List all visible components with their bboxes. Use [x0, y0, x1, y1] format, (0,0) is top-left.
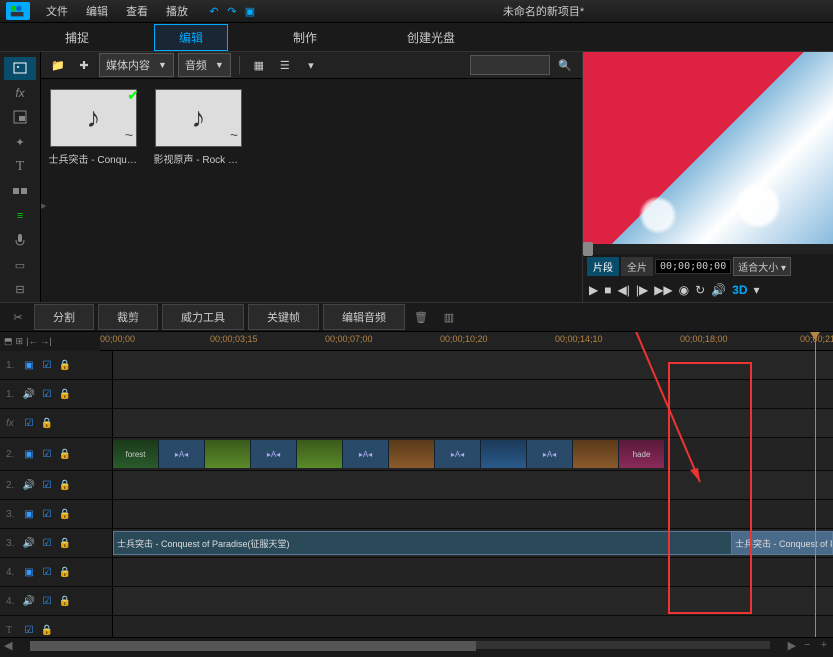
- sidebar-chapter[interactable]: ▭: [4, 254, 36, 277]
- sidebar-audio-mix[interactable]: ≡: [4, 205, 36, 228]
- keyframe-button[interactable]: 关键帧: [248, 304, 319, 330]
- undo-icon[interactable]: ↶: [206, 3, 222, 19]
- mode-full[interactable]: 全片: [621, 257, 653, 276]
- media-label: 士兵突击 - Conque...: [49, 151, 139, 166]
- preview-scrubber[interactable]: [583, 244, 833, 254]
- sidebar-title[interactable]: T: [4, 155, 36, 178]
- sidebar-media[interactable]: [4, 57, 36, 80]
- track-head-v3[interactable]: 3.▣☑🔒: [0, 500, 113, 528]
- tab-edit[interactable]: 编辑: [154, 24, 228, 51]
- ruler-tool-4[interactable]: →|: [40, 336, 51, 346]
- sidebar-fx[interactable]: fx: [4, 82, 36, 105]
- snapshot-icon[interactable]: ◉: [679, 283, 689, 297]
- grid-view-icon[interactable]: ▦: [248, 55, 270, 75]
- redo-icon[interactable]: ↷: [224, 3, 240, 19]
- app-logo: [6, 2, 30, 20]
- media-item[interactable]: ♪~✔ 士兵突击 - Conque...: [51, 89, 136, 292]
- preview-timecode: 00;00;00;00: [655, 259, 731, 274]
- tab-produce[interactable]: 制作: [268, 24, 342, 51]
- track-head-title[interactable]: T☑🔒: [0, 616, 113, 637]
- track-head-a2[interactable]: 2.🔊☑🔒: [0, 471, 113, 499]
- plugin-icon[interactable]: ✚: [73, 55, 95, 75]
- search-icon[interactable]: 🔍: [554, 55, 576, 75]
- sidebar-pip[interactable]: [4, 106, 36, 129]
- track-head-a4[interactable]: 4.🔊☑🔒: [0, 587, 113, 615]
- check-icon: ✔: [127, 87, 139, 104]
- sort-icon[interactable]: ▾: [300, 55, 322, 75]
- transition-clip[interactable]: ▸A◂: [159, 440, 205, 468]
- ruler-tool-1[interactable]: ⬒: [4, 336, 13, 347]
- sidebar-particle[interactable]: ✦: [4, 131, 36, 154]
- play-icon[interactable]: ▶: [589, 283, 598, 297]
- media-type-dropdown[interactable]: 媒体内容▼: [99, 53, 174, 77]
- video-clip[interactable]: [573, 440, 619, 468]
- preview-viewport[interactable]: [583, 52, 833, 244]
- editaudio-button[interactable]: 编辑音频: [323, 304, 405, 330]
- media-label: 影视原声 - Rock Ho...: [154, 151, 244, 166]
- transition-clip[interactable]: ▸A◂: [527, 440, 573, 468]
- next-frame-icon[interactable]: |▶: [636, 283, 648, 297]
- track-head-v1[interactable]: 1.▣☑🔒: [0, 351, 113, 379]
- preview-menu-icon[interactable]: ▾: [754, 283, 760, 297]
- transition-clip[interactable]: ▸A◂: [251, 440, 297, 468]
- media-item[interactable]: ♪~ 影视原声 - Rock Ho...: [156, 89, 241, 292]
- menu-view[interactable]: 查看: [118, 1, 156, 21]
- menu-play[interactable]: 播放: [158, 1, 196, 21]
- video-clip[interactable]: [389, 440, 435, 468]
- tab-capture[interactable]: 捕捉: [40, 24, 114, 51]
- stop-icon[interactable]: ■: [604, 283, 611, 297]
- track-head-v4[interactable]: 4.▣☑🔒: [0, 558, 113, 586]
- ruler-tool-3[interactable]: |←: [26, 336, 37, 346]
- expand-handle[interactable]: ▸: [41, 199, 47, 212]
- mode-clip[interactable]: 片段: [587, 257, 619, 276]
- audio-clip[interactable]: 士兵突击 - Conquest of Paradise(征服天堂): [113, 531, 736, 555]
- timeline-ruler[interactable]: 00;00;00 00;00;03;15 00;00;07;00 00;00;1…: [100, 332, 833, 351]
- action-icon[interactable]: ▣: [242, 3, 258, 19]
- more-icon[interactable]: ▥: [437, 307, 461, 327]
- fast-fwd-icon[interactable]: ▶▶: [654, 283, 672, 297]
- tab-disc[interactable]: 创建光盘: [382, 24, 480, 51]
- transition-clip[interactable]: ▸A◂: [343, 440, 389, 468]
- sidebar-subtitle[interactable]: ⊟: [4, 278, 36, 301]
- scissors-icon[interactable]: ✂: [6, 307, 30, 327]
- video-clip[interactable]: forest: [113, 440, 159, 468]
- ruler-tool-2[interactable]: ⊞: [16, 336, 24, 347]
- video-clip[interactable]: hade: [619, 440, 665, 468]
- sidebar-voiceover[interactable]: [4, 229, 36, 252]
- menu-edit[interactable]: 编辑: [78, 1, 116, 21]
- 3d-icon[interactable]: 3D: [732, 283, 747, 297]
- track-head-a3[interactable]: 3.🔊☑🔒: [0, 529, 113, 557]
- audio-clip[interactable]: 士兵突击 - Conquest of Pa: [731, 531, 833, 555]
- track-body-video2[interactable]: forest ▸A◂ ▸A◂ ▸A◂ ▸A◂ ▸A◂ hade: [113, 438, 833, 470]
- track-head-a1[interactable]: 1.🔊☑🔒: [0, 380, 113, 408]
- playhead[interactable]: [815, 332, 816, 637]
- loop-icon[interactable]: ↻: [695, 283, 705, 297]
- import-icon[interactable]: 📁: [47, 55, 69, 75]
- track-head-fx[interactable]: fx☑🔒: [0, 409, 113, 437]
- fit-dropdown[interactable]: 适合大小 ▾: [733, 257, 791, 276]
- volume-icon[interactable]: 🔊: [711, 283, 726, 297]
- video-clip[interactable]: [205, 440, 251, 468]
- trash-icon[interactable]: 🗑: [409, 307, 433, 327]
- sidebar-transition[interactable]: [4, 180, 36, 203]
- menu-file[interactable]: 文件: [38, 1, 76, 21]
- powertools-button[interactable]: 威力工具: [162, 304, 244, 330]
- track-head-v2[interactable]: 2.▣☑🔒: [0, 438, 113, 470]
- video-clip[interactable]: [297, 440, 343, 468]
- project-title: 未命名的新项目*: [260, 3, 827, 19]
- search-input[interactable]: [470, 55, 550, 75]
- video-clip[interactable]: [481, 440, 527, 468]
- transition-clip[interactable]: ▸A◂: [435, 440, 481, 468]
- filter-dropdown[interactable]: 音频▼: [178, 53, 231, 77]
- track-body-audio3[interactable]: 士兵突击 - Conquest of Paradise(征服天堂) 士兵突击 -…: [113, 529, 833, 557]
- trim-button[interactable]: 裁剪: [98, 304, 158, 330]
- prev-frame-icon[interactable]: ◀|: [617, 283, 629, 297]
- list-view-icon[interactable]: ☰: [274, 55, 296, 75]
- split-button[interactable]: 分割: [34, 304, 94, 330]
- timeline-hscroll[interactable]: ◀ ▶ − +: [0, 637, 833, 652]
